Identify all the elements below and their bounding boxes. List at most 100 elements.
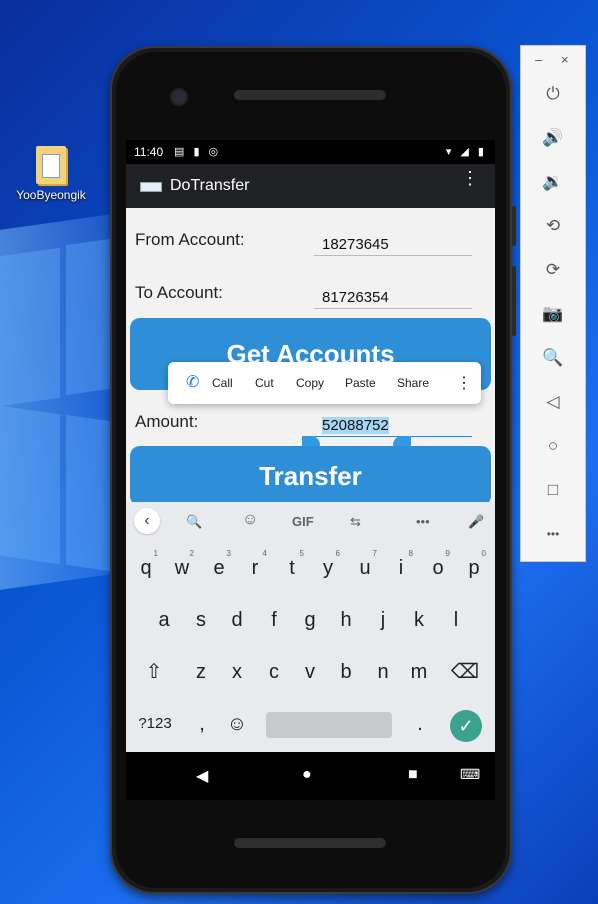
key-u[interactable]: u7 <box>349 548 381 588</box>
space-bar[interactable] <box>266 712 392 738</box>
key-l[interactable]: l <box>440 600 472 640</box>
menu-paste[interactable]: Paste <box>345 376 376 390</box>
from-account-field[interactable]: 18273645 <box>314 236 472 256</box>
key-z[interactable]: z <box>185 652 217 692</box>
key-n[interactable]: n <box>367 652 399 692</box>
power-icon[interactable]: ⏻ <box>521 78 585 110</box>
overview-icon[interactable]: □ <box>521 474 585 506</box>
home-nav-icon[interactable]: ● <box>302 766 312 784</box>
key-c[interactable]: c <box>258 652 290 692</box>
volume-up-icon[interactable]: 🔊 <box>521 122 585 154</box>
overflow-menu-icon[interactable]: ⋮ <box>461 169 479 187</box>
key-r[interactable]: r4 <box>239 548 271 588</box>
back-icon[interactable]: ◁ <box>521 386 585 418</box>
symbols-key[interactable]: ?123 <box>134 704 176 744</box>
more-icon[interactable]: ••• <box>521 518 585 550</box>
amount-field[interactable]: 52088752 <box>314 417 472 437</box>
key-hint: 4 <box>262 549 267 558</box>
app-logo-icon <box>140 182 162 192</box>
sticker-icon[interactable]: ☺ <box>242 511 258 529</box>
key-q[interactable]: q1 <box>130 548 162 588</box>
key-m[interactable]: m <box>403 652 435 692</box>
key-e[interactable]: e3 <box>203 548 235 588</box>
key-label: y <box>323 557 333 579</box>
speaker-grille <box>234 90 386 100</box>
key-i[interactable]: i8 <box>385 548 417 588</box>
close-icon[interactable]: × <box>561 52 569 67</box>
key-f[interactable]: f <box>258 600 290 640</box>
key-s[interactable]: s <box>185 600 217 640</box>
key-hint: 9 <box>445 549 450 558</box>
key-label: o <box>432 557 444 579</box>
key-x[interactable]: x <box>221 652 253 692</box>
key-hint: 6 <box>335 549 340 558</box>
key-w[interactable]: w2 <box>166 548 198 588</box>
key-g[interactable]: g <box>294 600 326 640</box>
windows-logo-pane <box>0 405 60 565</box>
key-hint: 7 <box>372 549 377 558</box>
notification-icons: ▤ ▮ ◎ <box>174 146 222 158</box>
shift-key[interactable]: ⇧ <box>138 652 170 692</box>
speaker-grille-bottom <box>234 838 386 848</box>
gif-icon[interactable]: GIF <box>292 514 314 529</box>
volume-side-button <box>512 266 516 336</box>
text-selection-menu: ✆ Call Cut Copy Paste Share ⋮ <box>168 362 481 404</box>
keyboard-switch-icon[interactable]: ⌨ <box>460 766 480 783</box>
menu-share[interactable]: Share <box>397 376 429 390</box>
key-p[interactable]: p0 <box>458 548 490 588</box>
transfer-button[interactable]: Transfer <box>130 446 491 506</box>
mic-icon[interactable]: 🎤 <box>468 514 484 530</box>
comma-key[interactable]: , <box>186 704 218 744</box>
amount-label: Amount: <box>135 412 199 431</box>
key-d[interactable]: d <box>221 600 253 640</box>
rotate-right-icon[interactable]: ⟳ <box>521 254 585 286</box>
key-h[interactable]: h <box>330 600 362 640</box>
key-hint: 3 <box>226 549 231 558</box>
emoji-key[interactable]: ☺ <box>221 704 253 744</box>
app-bar: DoTransfer ⋮ <box>126 164 495 208</box>
enter-key[interactable]: ✓ <box>450 710 482 742</box>
backspace-key[interactable]: ⌫ <box>449 652 481 692</box>
key-hint: 8 <box>408 549 413 558</box>
key-o[interactable]: o9 <box>422 548 454 588</box>
key-label: p <box>468 557 480 579</box>
key-y[interactable]: y6 <box>312 548 344 588</box>
more-options-icon[interactable]: ⋮ <box>456 373 472 393</box>
camera-icon[interactable]: 📷 <box>521 298 585 330</box>
volume-down-icon[interactable]: 🔉 <box>521 166 585 198</box>
home-icon[interactable]: ○ <box>521 430 585 462</box>
recents-nav-icon[interactable]: ■ <box>408 766 418 784</box>
key-label: w <box>174 557 190 579</box>
system-status-icons: ▾ ◢ ▮ <box>445 146 487 158</box>
key-label: u <box>359 557 371 579</box>
key-t[interactable]: t5 <box>276 548 308 588</box>
app-title: DoTransfer <box>170 177 250 194</box>
key-a[interactable]: a <box>148 600 180 640</box>
period-key[interactable]: . <box>404 704 436 744</box>
key-k[interactable]: k <box>403 600 435 640</box>
translate-icon[interactable]: ⇆ <box>350 514 361 530</box>
menu-call[interactable]: Call <box>212 376 233 390</box>
from-account-label: From Account: <box>135 230 245 249</box>
key-hint: 2 <box>189 549 194 558</box>
status-bar: 11:40 ▤ ▮ ◎ ▾ ◢ ▮ <box>126 140 495 164</box>
rotate-left-icon[interactable]: ⟲ <box>521 210 585 242</box>
more-icon[interactable]: ••• <box>416 514 430 529</box>
key-j[interactable]: j <box>367 600 399 640</box>
menu-copy[interactable]: Copy <box>296 376 324 390</box>
menu-cut[interactable]: Cut <box>255 376 274 390</box>
zoom-icon[interactable]: 🔍 <box>521 342 585 374</box>
phone-icon[interactable]: ✆ <box>186 372 199 392</box>
key-v[interactable]: v <box>294 652 326 692</box>
minimize-icon[interactable]: – <box>535 52 542 67</box>
power-side-button <box>512 206 516 246</box>
keyboard-back-icon[interactable]: ‹ <box>134 508 160 534</box>
to-account-field[interactable]: 81726354 <box>314 289 472 309</box>
desktop-folder-icon[interactable]: YooByeongik <box>14 146 88 202</box>
to-account-label: To Account: <box>135 283 223 302</box>
back-nav-icon[interactable]: ◀ <box>196 766 208 786</box>
navigation-bar: ◀ ● ■ ⌨ <box>126 752 495 800</box>
key-b[interactable]: b <box>330 652 362 692</box>
search-icon[interactable]: 🔍 <box>186 514 202 530</box>
key-hint: 1 <box>153 549 158 558</box>
